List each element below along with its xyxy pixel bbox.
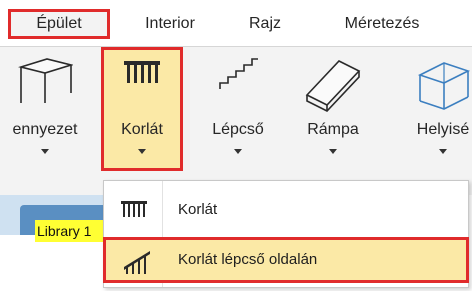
menu-item-stair-railing[interactable]: Korlát lépcső oldalán bbox=[103, 237, 469, 283]
ribbon-panel: ennyezet Korlát Lépcső Rámpa Helyisé bbox=[0, 47, 472, 195]
ribbon-button-ramp[interactable]: Rámpa bbox=[290, 47, 376, 171]
ribbon-button-ceiling[interactable]: ennyezet bbox=[0, 47, 98, 171]
chevron-down-icon bbox=[234, 149, 242, 154]
tab-interior[interactable]: Interior bbox=[134, 9, 206, 39]
ribbon-button-label: ennyezet bbox=[12, 121, 78, 138]
chevron-down-icon bbox=[138, 149, 146, 154]
ribbon-tab-bar: Épület Interior Rajz Méretezés bbox=[0, 0, 472, 47]
ramp-icon bbox=[303, 55, 363, 118]
tab-rajz[interactable]: Rajz bbox=[240, 9, 290, 39]
ribbon-button-label: Korlát bbox=[121, 121, 163, 138]
railing-dropdown-menu: Korlát Korlát lépcső oldalán bbox=[103, 180, 469, 288]
menu-item-label: Korlát lépcső oldalán bbox=[178, 251, 318, 268]
room-icon bbox=[414, 55, 472, 116]
stairs-icon bbox=[216, 55, 260, 100]
menu-item-label: Korlát bbox=[178, 201, 218, 218]
ribbon-button-label: Helyisé bbox=[416, 121, 470, 138]
tab-meretezes[interactable]: Méretezés bbox=[332, 9, 432, 39]
ribbon-button-label: Rámpa bbox=[307, 121, 359, 138]
stair-railing-icon bbox=[122, 247, 152, 280]
ceiling-icon bbox=[17, 55, 74, 112]
railing-icon bbox=[119, 197, 149, 226]
railing-icon bbox=[121, 55, 163, 94]
chevron-down-icon bbox=[41, 149, 49, 154]
menu-item-railing[interactable]: Korlát bbox=[104, 187, 468, 233]
ribbon-button-stairs[interactable]: Lépcső bbox=[200, 47, 276, 171]
ribbon-button-room[interactable]: Helyisé bbox=[398, 47, 472, 171]
chevron-down-icon bbox=[329, 149, 337, 154]
library-tab[interactable]: Library 1 bbox=[35, 220, 105, 242]
tab-epulet[interactable]: Épület bbox=[8, 9, 110, 39]
ribbon-button-label: Lépcső bbox=[212, 121, 264, 138]
ribbon-button-railing[interactable]: Korlát bbox=[101, 47, 183, 171]
chevron-down-icon bbox=[439, 149, 447, 154]
